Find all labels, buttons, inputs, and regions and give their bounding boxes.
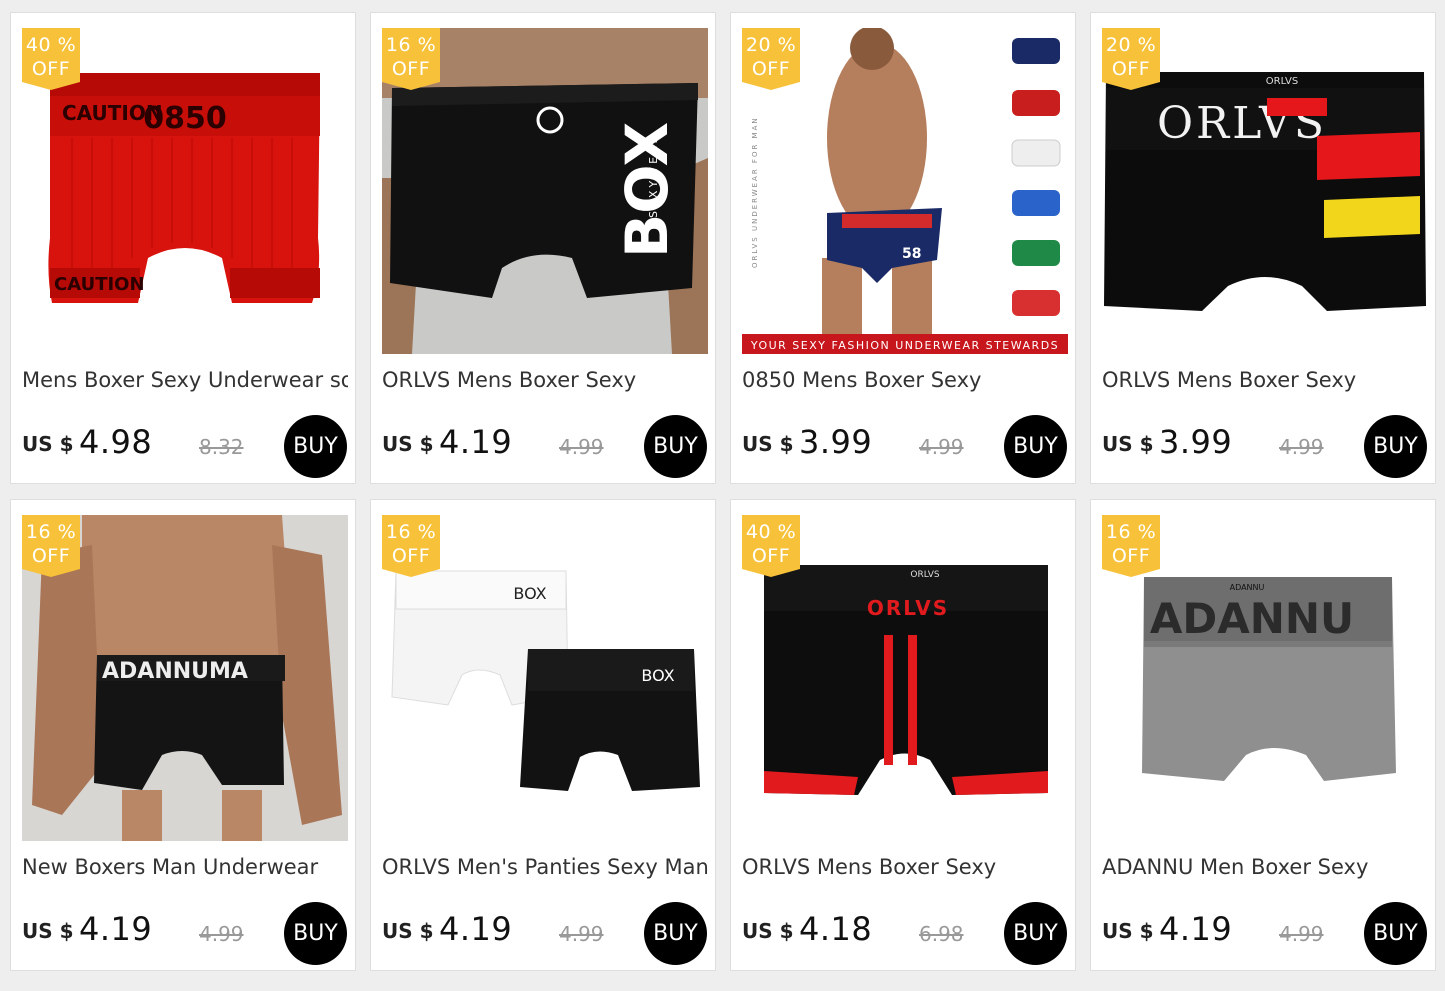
product-card[interactable]: ORLVS ORLVS 20 % OFF ORLVS Mens Boxer Se… xyxy=(1090,12,1436,484)
buy-button[interactable]: BUY xyxy=(284,902,347,965)
product-card[interactable]: ORLVS ORLVS 40 % OFF ORLVS Mens Boxer Se… xyxy=(730,499,1076,971)
svg-text:ORLVS: ORLVS xyxy=(1266,76,1298,87)
discount-badge: 40 % OFF xyxy=(22,28,80,90)
svg-text:CAUTION: CAUTION xyxy=(62,101,163,125)
currency-label: US $ xyxy=(742,919,794,943)
product-card[interactable]: BOX SEXYWEAR 16 % OFF ORLVS Mens Boxer S… xyxy=(370,12,716,484)
svg-text:YOUR SEXY FASHION UNDERWEAR ST: YOUR SEXY FASHION UNDERWEAR STEWARDS xyxy=(750,339,1059,352)
product-price: 4.19 xyxy=(79,910,153,948)
buy-button[interactable]: BUY xyxy=(284,415,347,478)
buy-button[interactable]: BUY xyxy=(1004,902,1067,965)
product-title[interactable]: New Boxers Man Underwear xyxy=(22,855,348,879)
buy-button[interactable]: BUY xyxy=(644,902,707,965)
product-card[interactable]: 0850 CAUTION CAUTION 40 % OFF Mens Boxer… xyxy=(10,12,356,484)
svg-text:ADANNU: ADANNU xyxy=(1150,594,1354,643)
discount-badge: 40 % OFF xyxy=(742,515,800,577)
original-price: 4.99 xyxy=(199,922,244,946)
product-price: 4.19 xyxy=(439,423,513,461)
product-title[interactable]: ORLVS Mens Boxer Sexy xyxy=(1102,368,1428,392)
discount-badge: 16 % OFF xyxy=(22,515,80,577)
currency-label: US $ xyxy=(22,919,74,943)
original-price: 4.99 xyxy=(559,435,604,459)
svg-text:BOX: BOX xyxy=(513,584,546,603)
svg-text:ADANNU: ADANNU xyxy=(1230,583,1265,592)
product-price: 3.99 xyxy=(799,423,873,461)
original-price: 8.32 xyxy=(199,435,244,459)
buy-button[interactable]: BUY xyxy=(1364,415,1427,478)
svg-text:ADANNUMA: ADANNUMA xyxy=(102,659,248,684)
product-title[interactable]: ORLVS Men's Panties Sexy Man xyxy=(382,855,708,879)
product-price: 4.19 xyxy=(439,910,513,948)
discount-badge: 16 % OFF xyxy=(1102,515,1160,577)
product-title[interactable]: ORLVS Mens Boxer Sexy xyxy=(382,368,708,392)
svg-text:BOX: BOX xyxy=(641,666,674,685)
buy-button[interactable]: BUY xyxy=(1364,902,1427,965)
product-title[interactable]: ADANNU Men Boxer Sexy xyxy=(1102,855,1428,879)
product-title[interactable]: ORLVS Mens Boxer Sexy xyxy=(742,855,1068,879)
svg-text:ORLVS: ORLVS xyxy=(867,596,949,620)
product-grid: 0850 CAUTION CAUTION 40 % OFF Mens Boxer… xyxy=(0,0,1445,991)
product-title[interactable]: Mens Boxer Sexy Underwear soft xyxy=(22,368,348,392)
buy-button[interactable]: BUY xyxy=(1004,415,1067,478)
discount-badge: 16 % OFF xyxy=(382,515,440,577)
product-card[interactable]: 58 ORLVS UNDERWEAR FOR MAN YOUR SEXY FAS… xyxy=(730,12,1076,484)
original-price: 4.99 xyxy=(559,922,604,946)
buy-button[interactable]: BUY xyxy=(644,415,707,478)
currency-label: US $ xyxy=(382,919,434,943)
discount-badge: 20 % OFF xyxy=(1102,28,1160,90)
svg-text:CAUTION: CAUTION xyxy=(54,274,145,295)
currency-label: US $ xyxy=(1102,432,1154,456)
svg-text:58: 58 xyxy=(902,246,921,262)
product-price: 4.18 xyxy=(799,910,873,948)
currency-label: US $ xyxy=(742,432,794,456)
original-price: 6.98 xyxy=(919,922,964,946)
discount-badge: 20 % OFF xyxy=(742,28,800,90)
original-price: 4.99 xyxy=(1279,435,1324,459)
product-price: 4.19 xyxy=(1159,910,1233,948)
product-card[interactable]: BOX BOX 16 % OFF ORLVS Men's Panties Sex… xyxy=(370,499,716,971)
svg-text:SEXYWEAR: SEXYWEAR xyxy=(647,133,660,218)
original-price: 4.99 xyxy=(919,435,964,459)
product-card[interactable]: ADANNUMA 16 % OFF New Boxers Man Underwe… xyxy=(10,499,356,971)
discount-badge: 16 % OFF xyxy=(382,28,440,90)
currency-label: US $ xyxy=(1102,919,1154,943)
product-card[interactable]: ADANNU ADANNU 16 % OFF ADANNU Men Boxer … xyxy=(1090,499,1436,971)
product-price: 4.98 xyxy=(79,423,153,461)
product-title[interactable]: 0850 Mens Boxer Sexy xyxy=(742,368,1068,392)
currency-label: US $ xyxy=(22,432,74,456)
svg-text:ORLVS UNDERWEAR FOR MAN: ORLVS UNDERWEAR FOR MAN xyxy=(751,116,759,268)
original-price: 4.99 xyxy=(1279,922,1324,946)
currency-label: US $ xyxy=(382,432,434,456)
product-price: 3.99 xyxy=(1159,423,1233,461)
svg-text:ORLVS: ORLVS xyxy=(910,570,940,580)
